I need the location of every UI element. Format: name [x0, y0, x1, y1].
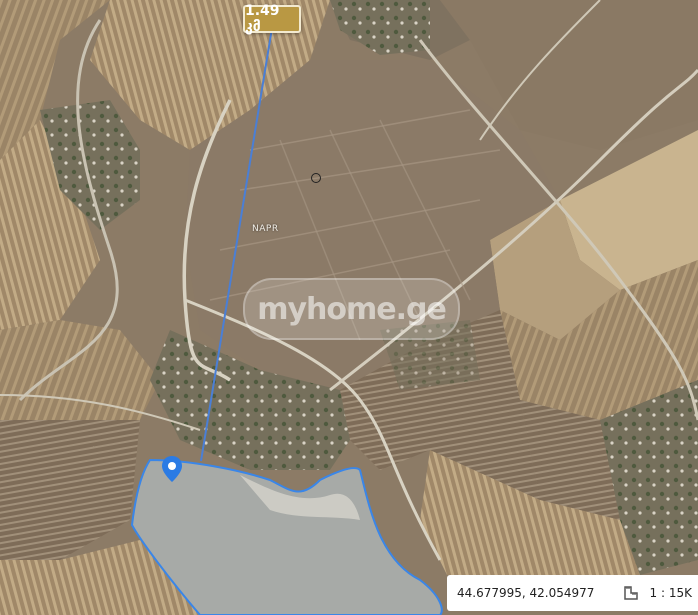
parcel-label: NAPR — [252, 224, 279, 234]
distance-badge: 1.49 კმ — [243, 3, 301, 35]
distance-label: 1.49 კმ — [245, 3, 280, 35]
coordinates-readout: 44.677995, 42.054977 — [457, 586, 595, 600]
ruler-icon[interactable] — [620, 582, 642, 604]
circle-point-icon — [311, 173, 321, 183]
watermark-logo: myhome.ge — [243, 278, 460, 340]
satellite-map[interactable]: 1.49 კმ NAPR myhome.ge 44.677995, 42.054… — [0, 0, 698, 615]
map-info-bar: 44.677995, 42.054977 1 : 15K — [447, 575, 698, 611]
location-pin-icon[interactable] — [160, 455, 184, 483]
scale-readout: 1 : 15K — [649, 586, 692, 600]
